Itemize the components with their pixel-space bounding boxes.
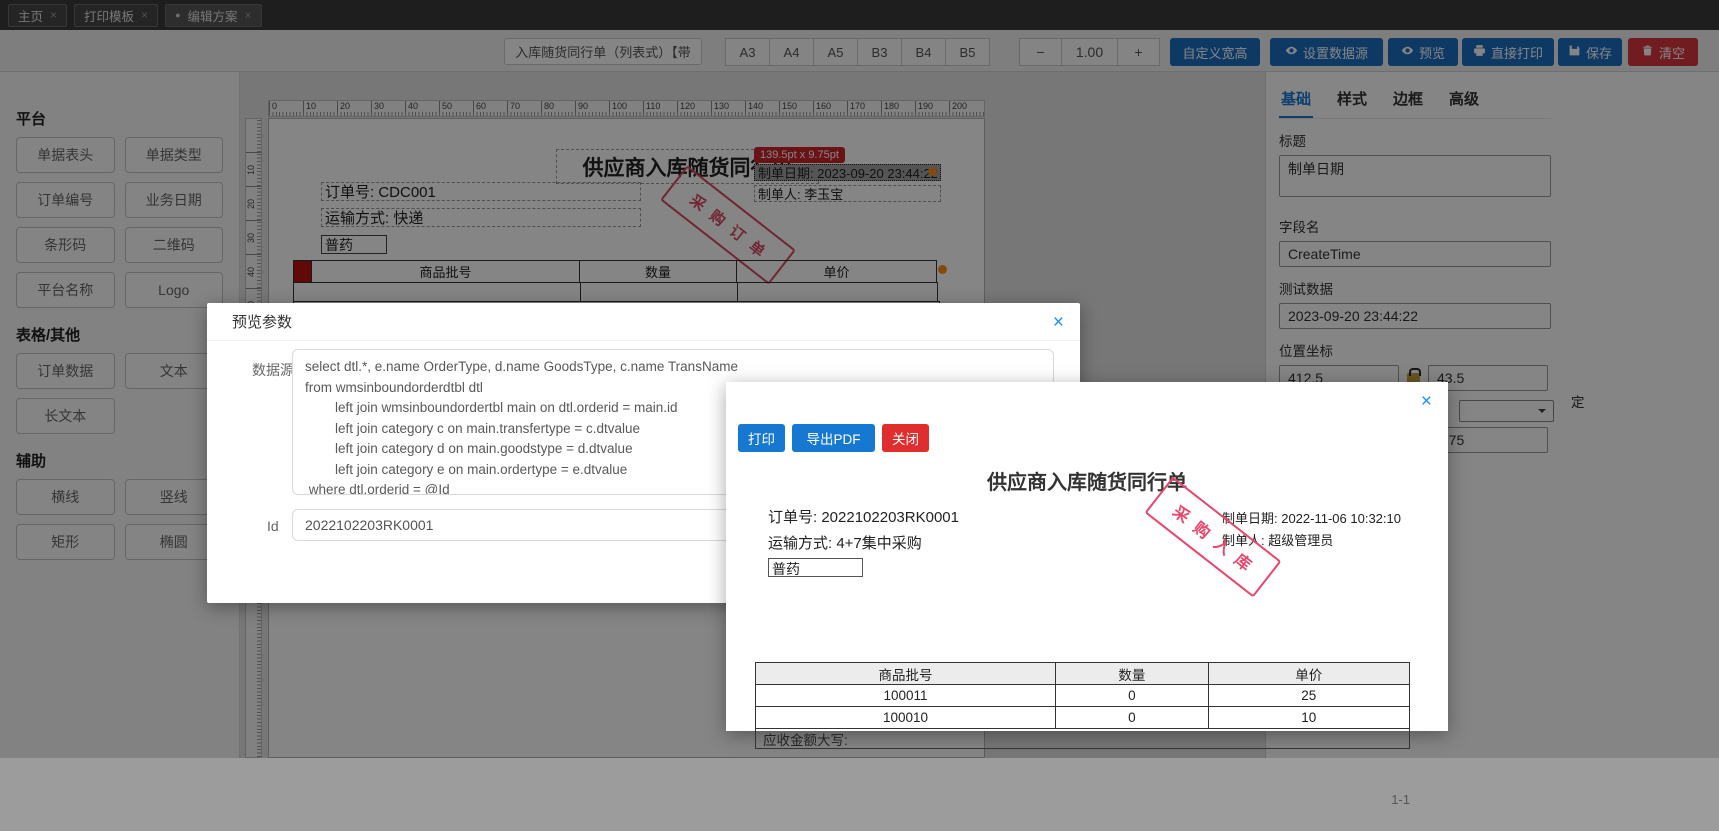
doc-goods-type: 普药 — [768, 558, 863, 577]
doc-order-no: 订单号: 2022102203RK0001 — [768, 509, 959, 526]
page-number: 1-1 — [1391, 792, 1410, 807]
doc-title: 供应商入库随货同行单 — [987, 472, 1187, 494]
doc-table: 商品批号 数量 单价 100011 0 25 100010 0 10 应收金额大… — [755, 662, 1410, 749]
doc-table-cell: 0 — [1055, 685, 1208, 706]
doc-table-cell: 100011 — [883, 688, 928, 703]
close-icon[interactable]: × — [1421, 392, 1432, 411]
print-button[interactable]: 打印 — [738, 424, 785, 452]
doc-table-row: 100010 0 10 — [756, 706, 1409, 728]
preview-params-title: 预览参数 — [207, 303, 1080, 341]
doc-table-header: 数量 — [1055, 663, 1208, 684]
doc-table-cell: 25 — [1207, 685, 1409, 706]
export-pdf-button[interactable]: 导出PDF — [792, 424, 875, 452]
doc-create-date: 制单日期: 2022-11-06 10:32:10 — [1222, 511, 1401, 526]
doc-table-cell: 100010 — [883, 710, 929, 725]
datasource-label: 数据源 — [252, 362, 294, 378]
doc-table-cell: 0 — [1055, 707, 1208, 728]
doc-table-header: 商品批号 — [756, 663, 1056, 684]
doc-table-header: 单价 — [1207, 663, 1409, 684]
doc-table-row: 100011 0 25 — [756, 684, 1409, 706]
close-icon[interactable]: × — [1053, 313, 1064, 332]
doc-table-header-row: 商品批号 数量 单价 — [756, 663, 1409, 684]
document-preview: 供应商入库随货同行单 订单号: 2022102203RK0001 制单日期: 2… — [726, 466, 1448, 807]
close-preview-button[interactable]: 关闭 — [882, 424, 929, 452]
print-preview-modal: × 打印 导出PDF 关闭 供应商入库随货同行单 订单号: 2022102203… — [726, 382, 1448, 807]
doc-table-cell: 10 — [1207, 707, 1409, 728]
doc-transport: 运输方式: 4+7集中采购 — [768, 535, 922, 552]
id-label: Id — [267, 518, 279, 534]
doc-amount-row: 应收金额大写: — [756, 728, 1409, 748]
